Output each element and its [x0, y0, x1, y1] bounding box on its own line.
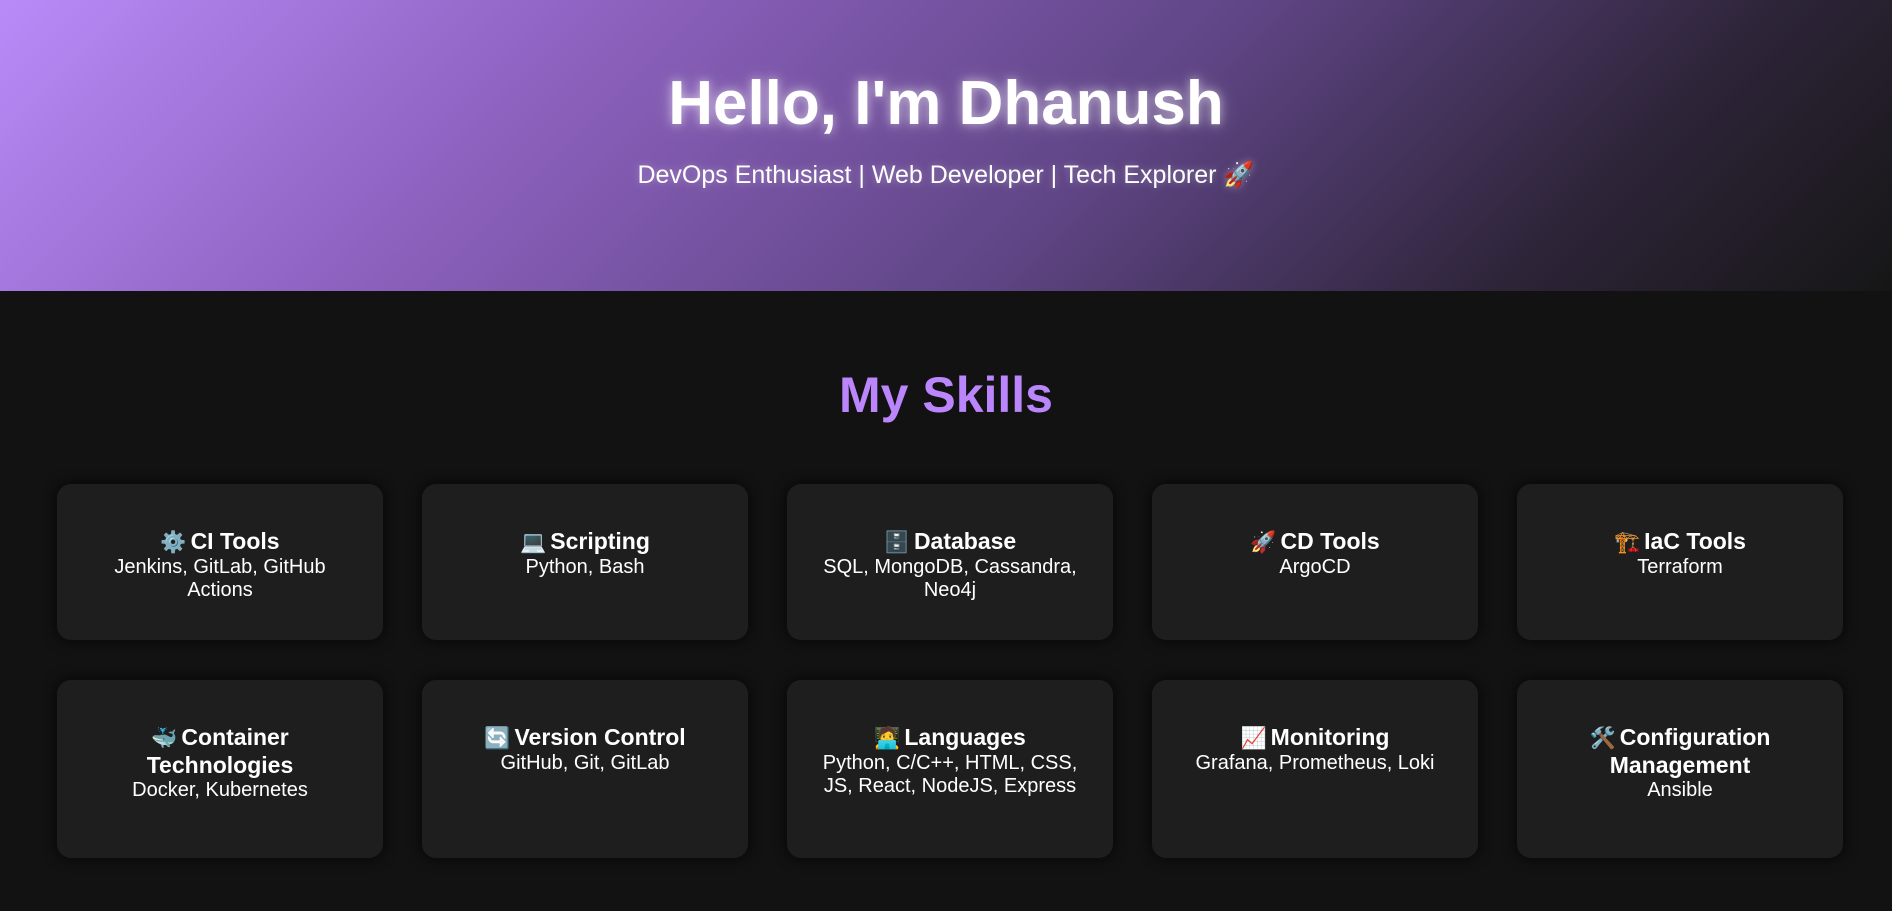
- skill-card-title: 🏗️ IaC Tools: [1535, 528, 1825, 556]
- skill-card-title-text: CI Tools: [190, 528, 280, 554]
- database-icon: 🗄️: [883, 531, 910, 554]
- skill-card-title-text: IaC Tools: [1644, 528, 1746, 554]
- skill-card-desc: Terraform: [1637, 556, 1723, 578]
- refresh-icon: 🔄: [484, 727, 511, 750]
- skill-card-desc: GitHub, Git, GitLab: [500, 752, 670, 774]
- gear-icon: ⚙️: [160, 531, 187, 554]
- skill-card-title-text: Version Control: [514, 724, 686, 750]
- skill-card-title-text: Languages: [904, 724, 1026, 750]
- developer-icon: 🧑‍💻: [874, 727, 901, 750]
- skill-card-version-control: 🔄 Version Control GitHub, Git, GitLab: [422, 680, 748, 858]
- skill-card-iac-tools: 🏗️ IaC Tools Terraform: [1517, 484, 1843, 640]
- skill-card-title: 🐳 Container Technologies: [75, 724, 365, 779]
- skill-card-desc: SQL, MongoDB, Cassandra, Neo4j: [823, 556, 1077, 601]
- laptop-icon: 💻: [520, 531, 547, 554]
- skill-card-title: 💻 Scripting: [440, 528, 730, 556]
- skill-card-title: ⚙️ CI Tools: [75, 528, 365, 556]
- skill-card-database: 🗄️ Database SQL, MongoDB, Cassandra, Neo4…: [787, 484, 1113, 640]
- skill-card-desc: Grafana, Prometheus, Loki: [1195, 752, 1435, 774]
- skill-card-title-text: Monitoring: [1270, 724, 1390, 750]
- rocket-icon: 🚀: [1250, 531, 1277, 554]
- hero-subtitle: DevOps Enthusiast | Web Developer | Tech…: [637, 161, 1255, 189]
- skills-heading: My Skills: [839, 367, 1053, 423]
- skill-card-desc: Python, Bash: [525, 556, 645, 578]
- skill-card-container-technologies: 🐳 Container Technologies Docker, Kubernet…: [57, 680, 383, 858]
- skill-card-ci-tools: ⚙️ CI Tools Jenkins, GitLab, GitHub Actio…: [57, 484, 383, 640]
- whale-icon: 🐳: [151, 727, 178, 750]
- skill-card-desc: Docker, Kubernetes: [132, 779, 308, 801]
- skill-card-desc: Jenkins, GitLab, GitHub Actions: [114, 556, 326, 601]
- hero-banner: Hello, I'm Dhanush DevOps Enthusiast | W…: [0, 0, 1892, 291]
- tools-icon: 🛠️: [1589, 727, 1616, 750]
- skill-card-title-text: Configuration Management: [1609, 724, 1771, 778]
- skill-card-title: 🗄️ Database: [805, 528, 1095, 556]
- hero-title: Hello, I'm Dhanush: [668, 69, 1224, 138]
- skill-card-title: 🛠️ Configuration Management: [1535, 724, 1825, 779]
- construction-icon: 🏗️: [1614, 531, 1641, 554]
- skill-card-monitoring: 📈 Monitoring Grafana, Prometheus, Loki: [1152, 680, 1478, 858]
- skill-card-scripting: 💻 Scripting Python, Bash: [422, 484, 748, 640]
- skill-card-title: 🧑‍💻 Languages: [805, 724, 1095, 752]
- skills-section: My Skills ⚙️ CI Tools Jenkins, GitLab, Gi…: [0, 291, 1892, 911]
- skill-card-title: 📈 Monitoring: [1170, 724, 1460, 752]
- skill-card-title-text: Scripting: [550, 528, 650, 554]
- skill-card-desc: ArgoCD: [1279, 556, 1351, 578]
- skill-card-cd-tools: 🚀 CD Tools ArgoCD: [1152, 484, 1478, 640]
- skill-card-configuration-management: 🛠️ Configuration Management Ansible: [1517, 680, 1843, 858]
- skill-card-title: 🚀 CD Tools: [1170, 528, 1460, 556]
- chart-icon: 📈: [1240, 727, 1267, 750]
- skill-card-languages: 🧑‍💻 Languages Python, C/C++, HTML, CSS, J…: [787, 680, 1113, 858]
- skill-card-desc: Python, C/C++, HTML, CSS, JS, React, Nod…: [822, 752, 1078, 797]
- skill-card-title: 🔄 Version Control: [440, 724, 730, 752]
- skill-card-title-text: Database: [913, 528, 1017, 554]
- skill-card-title-text: CD Tools: [1280, 528, 1380, 554]
- skill-card-desc: Ansible: [1647, 779, 1713, 801]
- skills-grid: ⚙️ CI Tools Jenkins, GitLab, GitHub Actio…: [0, 484, 1892, 858]
